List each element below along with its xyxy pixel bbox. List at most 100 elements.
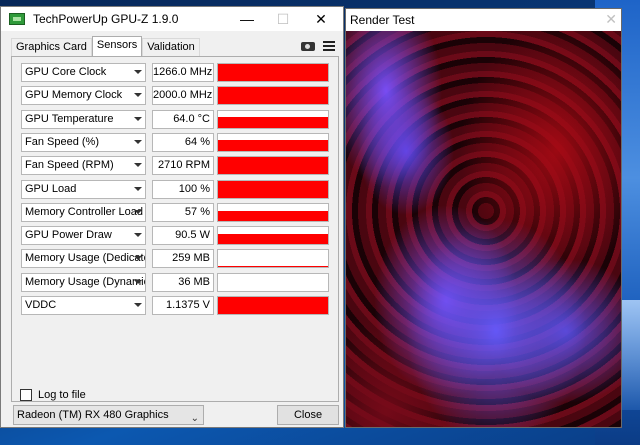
sensor-value: 64.0 °C: [152, 110, 214, 129]
tab-validation[interactable]: Validation: [142, 38, 200, 56]
chevron-down-icon: [134, 233, 142, 237]
sensor-value: 57 %: [152, 203, 214, 222]
chevron-down-icon: [134, 280, 142, 284]
sensor-name-dropdown[interactable]: GPU Power Draw: [21, 226, 146, 245]
sensor-name-dropdown[interactable]: Memory Controller Load: [21, 203, 146, 222]
sensor-graph-fill: [218, 181, 328, 198]
sensor-graph: [217, 133, 329, 152]
sensor-row: Fan Speed (%) 64 %: [11, 133, 329, 152]
sensor-graph-fill: [218, 64, 328, 81]
sensor-graph-fill: [218, 297, 328, 314]
gpuz-window: TechPowerUp GPU-Z 1.9.0 — ☐ ✕ Graphics C…: [0, 6, 344, 428]
sensor-graph: [217, 156, 329, 175]
sensor-value: 2710 RPM: [152, 156, 214, 175]
sensor-graph-fill: [218, 117, 328, 128]
sensor-name-label: GPU Load: [25, 183, 77, 195]
sensor-row: Memory Usage (Dynamic) 36 MB: [11, 273, 329, 292]
sensor-value: 90.5 W: [152, 226, 214, 245]
sensor-graph: [217, 63, 329, 82]
sensor-graph: [217, 249, 329, 268]
sensor-graph-fill: [218, 233, 328, 244]
sensor-name-dropdown[interactable]: GPU Core Clock: [21, 63, 146, 82]
chevron-down-icon: [134, 117, 142, 121]
sensor-name-dropdown[interactable]: Memory Usage (Dedicated): [21, 249, 146, 268]
sensor-graph: [217, 203, 329, 222]
sensor-row: Memory Usage (Dedicated) 259 MB: [11, 249, 329, 268]
sensor-graph: [217, 110, 329, 129]
sensor-row: GPU Core Clock 1266.0 MHz: [11, 63, 329, 82]
sensor-graph-fill: [218, 87, 328, 104]
log-to-file-checkbox[interactable]: [20, 389, 32, 401]
sensor-name-dropdown[interactable]: GPU Load: [21, 180, 146, 199]
sensor-value: 64 %: [152, 133, 214, 152]
sensor-row: GPU Temperature 64.0 °C: [11, 110, 329, 129]
sensor-name-label: GPU Power Draw: [25, 229, 112, 241]
render-test-title: Render Test: [350, 13, 415, 27]
minimize-button[interactable]: —: [229, 7, 265, 31]
gpuz-app-icon: [9, 13, 25, 25]
sensor-name-label: GPU Core Clock: [25, 66, 107, 78]
sensor-row: GPU Load 100 %: [11, 180, 329, 199]
sensor-value: 100 %: [152, 180, 214, 199]
sensor-name-label: Memory Usage (Dedicated): [25, 252, 145, 264]
camera-icon[interactable]: [301, 42, 315, 51]
sensor-name-label: GPU Temperature: [25, 113, 114, 125]
tab-sensors[interactable]: Sensors: [91, 36, 143, 56]
device-select-value: Radeon (TM) RX 480 Graphics: [17, 409, 169, 421]
sensor-name-dropdown[interactable]: VDDC: [21, 296, 146, 315]
log-to-file-label: Log to file: [38, 389, 86, 401]
sensor-row: Memory Controller Load 57 %: [11, 203, 329, 222]
sensor-value: 1.1375 V: [152, 296, 214, 315]
sensor-name-label: GPU Memory Clock: [25, 89, 123, 101]
sensor-graph: [217, 296, 329, 315]
sensor-value: 259 MB: [152, 249, 214, 268]
sensor-name-dropdown[interactable]: GPU Temperature: [21, 110, 146, 129]
chevron-down-icon: [134, 210, 142, 214]
sensor-graph: [217, 180, 329, 199]
window-title: TechPowerUp GPU-Z 1.9.0: [33, 12, 179, 26]
render-test-titlebar[interactable]: Render Test ✕: [346, 9, 621, 31]
sensor-row: GPU Power Draw 90.5 W: [11, 226, 329, 245]
sensor-graph-fill: [218, 157, 328, 174]
sensor-name-dropdown[interactable]: Fan Speed (%): [21, 133, 146, 152]
sensor-value: 2000.0 MHz: [152, 86, 214, 105]
sensor-name-label: VDDC: [25, 299, 57, 311]
chevron-down-icon: [134, 303, 142, 307]
sensor-row: VDDC 1.1375 V: [11, 296, 329, 315]
sensor-name-dropdown[interactable]: GPU Memory Clock: [21, 86, 146, 105]
device-select[interactable]: Radeon (TM) RX 480 Graphics ⌄: [13, 405, 204, 425]
toolbar: [301, 39, 335, 51]
chevron-down-icon: [134, 93, 142, 97]
chevron-down-icon: [134, 163, 142, 167]
chevron-down-icon: [134, 256, 142, 260]
render-test-window: Render Test ✕: [345, 8, 622, 428]
sensor-name-label: Fan Speed (%): [25, 136, 99, 148]
sensor-graph-fill: [218, 266, 328, 267]
sensor-value: 1266.0 MHz: [152, 63, 214, 82]
tab-graphics-card[interactable]: Graphics Card: [11, 38, 92, 56]
sensor-graph: [217, 226, 329, 245]
sensor-name-dropdown[interactable]: Memory Usage (Dynamic): [21, 273, 146, 292]
sensor-name-label: Memory Usage (Dynamic): [25, 276, 146, 288]
log-to-file-option[interactable]: Log to file: [20, 389, 86, 401]
chevron-down-icon: ⌄: [190, 413, 199, 424]
sensor-name-dropdown[interactable]: Fan Speed (RPM): [21, 156, 146, 175]
close-window-button[interactable]: ✕: [303, 7, 339, 31]
chevron-down-icon: [134, 187, 142, 191]
sensor-name-label: Fan Speed (RPM): [25, 159, 114, 171]
hamburger-menu-icon[interactable]: [323, 41, 335, 51]
close-button[interactable]: Close: [277, 405, 339, 425]
sensor-graph-fill: [218, 140, 328, 151]
sensor-row: Fan Speed (RPM) 2710 RPM: [11, 156, 329, 175]
chevron-down-icon: [134, 70, 142, 74]
close-icon: ✕: [605, 11, 617, 27]
sensor-row: GPU Memory Clock 2000.0 MHz: [11, 86, 329, 105]
sensor-graph: [217, 273, 329, 292]
sensor-graph: [217, 86, 329, 105]
maximize-button: ☐: [276, 10, 290, 27]
sensor-name-label: Memory Controller Load: [25, 206, 143, 218]
gpuz-titlebar[interactable]: TechPowerUp GPU-Z 1.9.0 — ☐ ✕: [1, 7, 343, 31]
sensor-value: 36 MB: [152, 273, 214, 292]
sensor-graph-fill: [218, 211, 328, 221]
chevron-down-icon: [134, 140, 142, 144]
